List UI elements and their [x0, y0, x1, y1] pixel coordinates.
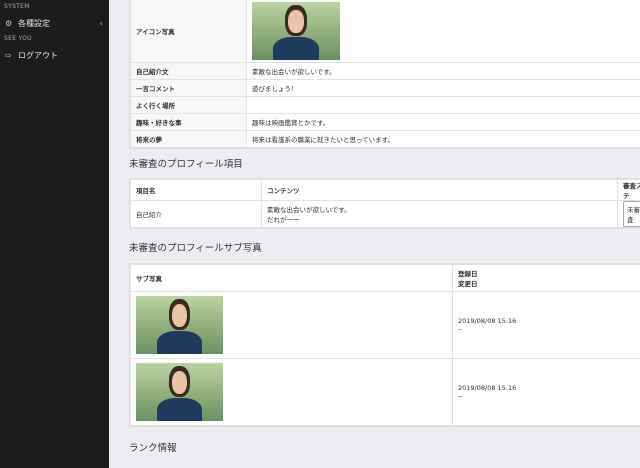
- subphoto-table-panel: サブ写真 登録日 変更日 2019/08/08 15:16 -- 2019/08/0…: [129, 263, 640, 427]
- gear-icon: ⚙: [5, 18, 13, 28]
- chevron-left-icon: ‹: [99, 18, 103, 28]
- table-row: 自己紹介文 素敵な出会いが欲しいです。: [130, 62, 640, 80]
- sidebar: SYSTEM ⚙ 各種設定 ‹ SEE YOU ⇨ ログアウト: [0, 0, 109, 468]
- table-row: アイコン写真: [130, 0, 640, 63]
- sidebar-item-label: 各種設定: [18, 18, 50, 28]
- sidebar-item-logout[interactable]: ⇨ ログアウト: [0, 44, 109, 66]
- profile-table-panel: アイコン写真 自己紹介文 素敵な出会いが欲しいです。 一言コメント 遊びましょう！ …: [129, 0, 640, 149]
- pending-table: 項目名 コンテンツ 審査ステ 自己紹介 素敵な出会いが欲しいです。 だれが一ー …: [130, 179, 640, 228]
- table-row: 将来の夢 将来は看護系の職業に就きたいと思っています。: [130, 130, 640, 148]
- sidebar-item-settings[interactable]: ⚙ 各種設定 ‹: [0, 12, 109, 34]
- pending-table-panel: 項目名 コンテンツ 審査ステ 自己紹介 素敵な出会いが欲しいです。 だれが一ー …: [129, 178, 640, 229]
- sidebar-section-seeyou: SEE YOU: [4, 35, 32, 42]
- icon-photo: [252, 2, 340, 60]
- subphoto-table: サブ写真 登録日 変更日 2019/08/08 15:16 -- 2019/08/0…: [130, 264, 640, 426]
- table-row: 2019/08/08 15:16 --: [130, 291, 640, 359]
- sidebar-section-system: SYSTEM: [4, 3, 30, 10]
- pending-section-title: 未審査のプロフィール項目: [129, 159, 243, 170]
- table-row: 趣味・好きな事 趣味は映画鑑賞とかです。: [130, 113, 640, 131]
- table-header-row: 項目名 コンテンツ 審査ステ: [130, 179, 640, 201]
- rank-section-title: ランク情報: [129, 443, 177, 454]
- icon-photo-label: アイコン写真: [130, 0, 247, 63]
- subphoto-section-title: 未審査のプロフィールサブ写真: [129, 243, 262, 254]
- profile-table: アイコン写真 自己紹介文 素敵な出会いが欲しいです。 一言コメント 遊びましょう！ …: [130, 0, 640, 148]
- table-row: よく行く場所: [130, 96, 640, 114]
- main-content: アイコン写真 自己紹介文 素敵な出会いが欲しいです。 一言コメント 遊びましょう！ …: [123, 0, 640, 468]
- table-row: 自己紹介 素敵な出会いが欲しいです。 だれが一ー 未審査: [130, 200, 640, 228]
- sub-photo: [136, 363, 223, 421]
- sidebar-item-label: ログアウト: [18, 50, 58, 60]
- logout-icon: ⇨: [5, 50, 12, 60]
- sub-photo: [136, 296, 223, 354]
- status-select[interactable]: 未審査: [623, 201, 640, 227]
- table-header-row: サブ写真 登録日 変更日: [130, 264, 640, 292]
- table-row: 2019/08/08 15:16 --: [130, 358, 640, 426]
- table-row: 一言コメント 遊びましょう！: [130, 79, 640, 97]
